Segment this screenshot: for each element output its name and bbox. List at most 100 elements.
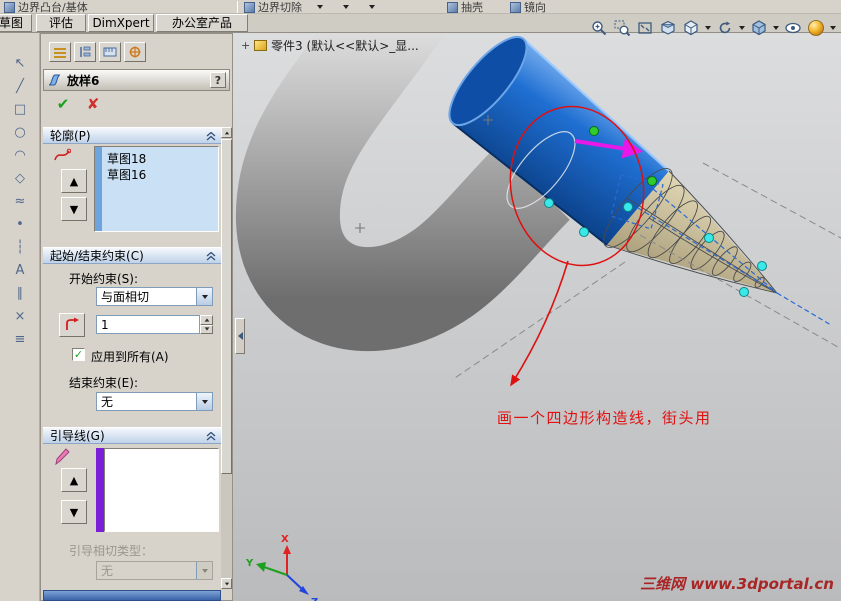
tab-office-products-label: 办公室产品: [171, 16, 232, 30]
polygon-tool-icon[interactable]: ◇: [9, 168, 31, 189]
section-view-icon[interactable]: [657, 18, 678, 39]
zoom-in-icon[interactable]: [588, 18, 609, 39]
move-profile-down-button[interactable]: ▼: [61, 197, 87, 221]
circle-tool-icon[interactable]: ○: [9, 122, 31, 143]
triad-x-label: X: [281, 534, 289, 545]
cancel-button[interactable]: ✘: [81, 94, 105, 114]
guide-list-selection-strip: [96, 448, 104, 532]
configuration-tab-icon[interactable]: [99, 42, 121, 62]
offset-tool-icon[interactable]: ≡: [9, 329, 31, 350]
tangent-length-spinner[interactable]: [200, 315, 213, 334]
boundary-cut-button[interactable]: 边界切除: [244, 0, 302, 13]
display-style-dropdown-icon[interactable]: [771, 18, 780, 39]
boundary-boss-base-icon: [4, 1, 15, 13]
help-button[interactable]: ?: [210, 72, 226, 88]
constraints-section-header[interactable]: 起始/结束约束(C): [43, 247, 221, 264]
tab-dimxpert[interactable]: DimXpert: [88, 14, 154, 32]
rotate-view-dropdown-icon[interactable]: [737, 18, 746, 39]
select-tool-icon[interactable]: ↖: [9, 53, 31, 74]
circle-glyph: ○: [14, 125, 26, 140]
move-guide-down-button[interactable]: ▼: [61, 500, 87, 524]
view-orientation-dropdown-icon[interactable]: [703, 18, 712, 39]
zoom-window-icon[interactable]: [611, 18, 632, 39]
display-pane-tab-icon[interactable]: [124, 42, 146, 62]
appearance-icon[interactable]: [805, 18, 826, 39]
part-icon: [254, 40, 267, 51]
spinner-down-icon[interactable]: [200, 324, 213, 334]
combo-dropdown-icon[interactable]: [196, 393, 212, 410]
spinner-up-icon[interactable]: [200, 315, 213, 325]
collapse-chevron-icon[interactable]: [206, 432, 216, 441]
collapse-chevron-icon[interactable]: [206, 132, 216, 141]
profile-item[interactable]: 草图16: [107, 166, 146, 183]
panel-splitter-handle[interactable]: [235, 318, 245, 354]
ok-button[interactable]: ✔: [51, 94, 75, 114]
rotate-view-icon[interactable]: [714, 18, 735, 39]
flip-tangent-direction-button[interactable]: [59, 313, 85, 337]
tab-evaluate[interactable]: 评估: [36, 14, 86, 32]
arc-tool-icon[interactable]: ◠: [9, 145, 31, 166]
point-tool-icon[interactable]: •: [9, 214, 31, 235]
propertymanager-tab-icon[interactable]: [49, 42, 71, 62]
mirror-entities-tool-icon[interactable]: ∥: [9, 283, 31, 304]
profiles-listbox[interactable]: 草图18 草图16: [94, 146, 219, 232]
flyout-feature-tree[interactable]: + 零件3 (默认<<默认>_显...: [241, 37, 419, 54]
zoom-fit-icon[interactable]: [634, 18, 655, 39]
toolbar-separator: [237, 1, 238, 13]
start-constraint-select[interactable]: 与面相切: [96, 287, 213, 306]
line-tool-icon[interactable]: ╱: [9, 76, 31, 97]
dropdown-arrow-icon[interactable]: [366, 0, 378, 13]
start-constraint-value: 与面相切: [101, 290, 150, 304]
featuremanager-tab-icon[interactable]: [74, 42, 96, 62]
scroll-down-icon[interactable]: [221, 578, 232, 589]
profile-item[interactable]: 草图18: [107, 150, 146, 167]
profiles-section-header[interactable]: 轮廓(P): [43, 127, 221, 144]
boundary-boss-base-button[interactable]: 边界凸台/基体: [4, 0, 88, 13]
guide-tangency-select: 无: [96, 561, 213, 580]
move-guide-up-button[interactable]: ▲: [61, 468, 87, 492]
guide-curves-listbox[interactable]: [104, 448, 219, 532]
features-toolbar: 边界凸台/基体 边界切除 抽壳 镜向: [0, 0, 841, 14]
model-view: 画一个四边形构造线，街头用 X Y Z 三维网 www.3dportal.cn: [235, 33, 841, 601]
mirror-button[interactable]: 镜向: [510, 0, 546, 13]
end-constraint-select[interactable]: 无: [96, 392, 213, 411]
scroll-up-icon[interactable]: [221, 127, 232, 138]
watermark-text: 三维网 www.3dportal.cn: [640, 575, 834, 593]
tab-sketch[interactable]: 草图: [0, 14, 32, 32]
shell-label: 抽壳: [461, 1, 483, 14]
tab-office-products[interactable]: 办公室产品: [156, 14, 248, 32]
collapse-chevron-icon[interactable]: [206, 252, 216, 261]
panel-scrollbar[interactable]: [221, 127, 232, 589]
spline-tool-icon[interactable]: ≈: [9, 191, 31, 212]
view-orientation-icon[interactable]: [680, 18, 701, 39]
display-style-icon[interactable]: [748, 18, 769, 39]
next-section-header-partial[interactable]: [43, 590, 221, 601]
tree-expand-icon[interactable]: +: [241, 39, 250, 52]
checkbox-check-icon: ✓: [73, 348, 84, 361]
dropdown-arrow-icon[interactable]: [340, 0, 352, 13]
guide-curves-section-header[interactable]: 引导线(G): [43, 427, 221, 444]
tangent-length-input[interactable]: 1: [96, 315, 200, 334]
hide-show-items-icon[interactable]: [782, 18, 803, 39]
rectangle-tool-icon[interactable]: □: [9, 99, 31, 120]
dropdown-arrow-icon[interactable]: [314, 0, 326, 13]
sketch-toolbar: ↖ ╱ □ ○ ◠ ◇ ≈ • ┆ A ∥ × ≡: [0, 33, 40, 601]
combo-dropdown-icon[interactable]: [196, 288, 212, 305]
scrollbar-thumb[interactable]: [221, 139, 232, 474]
line-glyph: ╱: [16, 79, 24, 94]
view-toolbar: [588, 16, 837, 40]
trim-tool-icon[interactable]: ×: [9, 306, 31, 327]
triad-y-label: Y: [245, 558, 254, 569]
move-profile-up-button[interactable]: ▲: [61, 169, 87, 193]
apply-to-all-checkbox[interactable]: ✓: [72, 348, 85, 361]
appearance-dropdown-icon[interactable]: [828, 18, 837, 39]
feature-title: 放样6: [67, 73, 100, 88]
loft-icon: [48, 74, 61, 86]
shell-button[interactable]: 抽壳: [447, 0, 483, 14]
up-arrow-icon: ▲: [69, 473, 79, 487]
text-tool-icon[interactable]: A: [9, 260, 31, 281]
graphics-area[interactable]: 画一个四边形构造线，街头用 X Y Z 三维网 www.3dportal.cn: [233, 33, 841, 601]
guide-curves-header-label: 引导线(G): [50, 429, 105, 443]
centerline-tool-icon[interactable]: ┆: [9, 237, 31, 258]
down-arrow-icon: ▼: [69, 505, 79, 519]
